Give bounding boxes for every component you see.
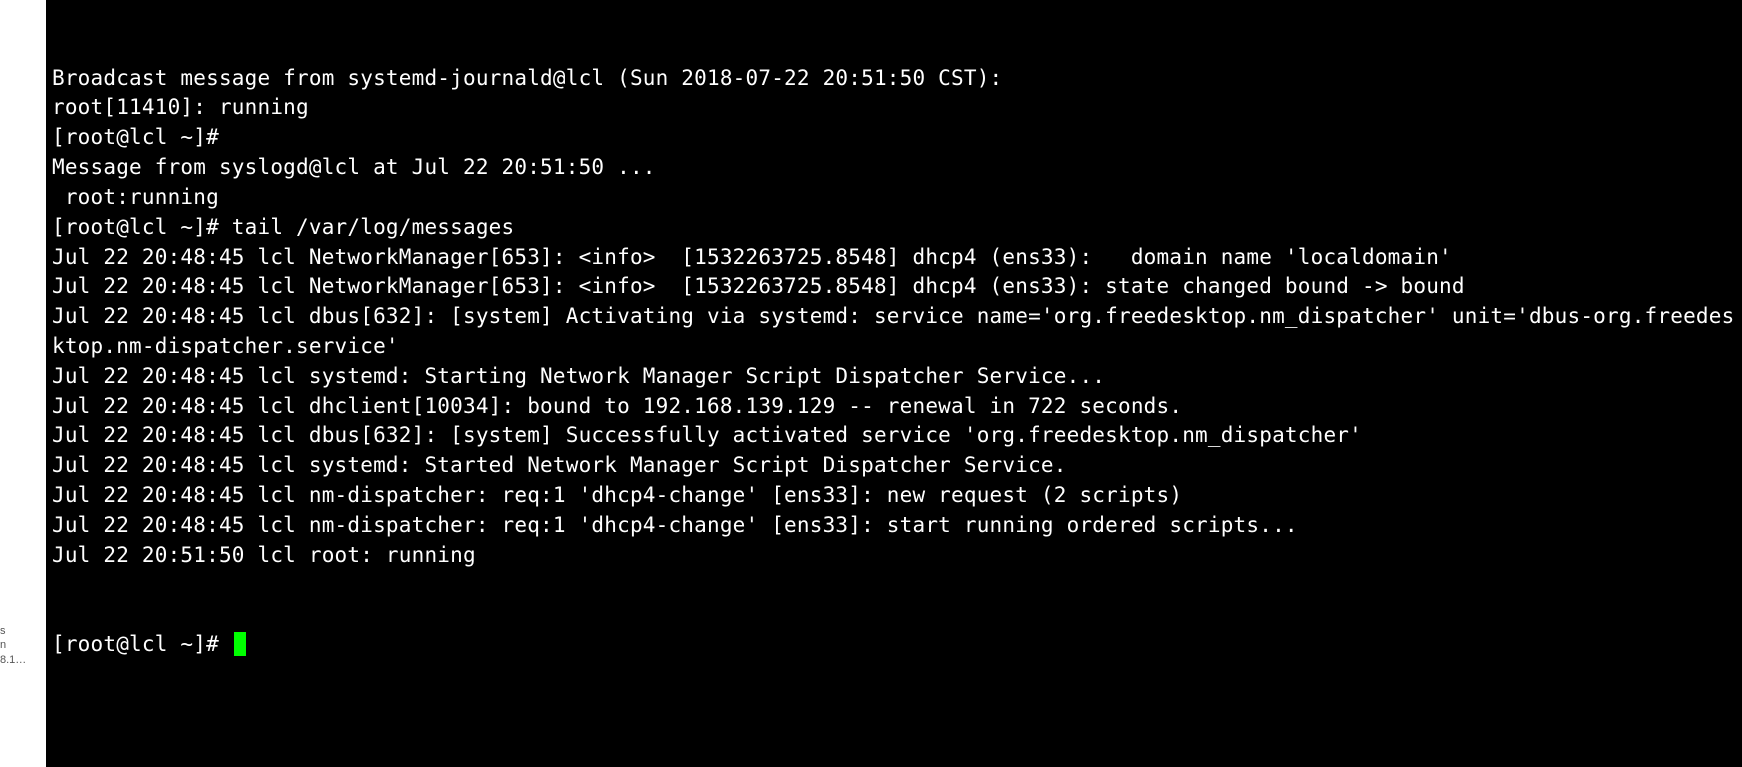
terminal-line: Jul 22 20:48:45 lcl dhclient[10034]: bou… [52, 392, 1736, 422]
terminal-line: Jul 22 20:48:45 lcl dbus[632]: [system] … [52, 302, 1736, 362]
terminal-line: Jul 22 20:48:45 lcl dbus[632]: [system] … [52, 421, 1736, 451]
terminal-line: Jul 22 20:48:45 lcl NetworkManager[653]:… [52, 243, 1736, 273]
terminal-line: Jul 22 20:48:45 lcl NetworkManager[653]:… [52, 272, 1736, 302]
terminal-line: [root@lcl ~]# [52, 123, 1736, 153]
terminal-line: Message from syslogd@lcl at Jul 22 20:51… [52, 153, 1736, 183]
terminal-line: Jul 22 20:48:45 lcl systemd: Started Net… [52, 451, 1736, 481]
terminal-line: Jul 22 20:48:45 lcl nm-dispatcher: req:1… [52, 481, 1736, 511]
terminal-line: Jul 22 20:51:50 lcl root: running [52, 541, 1736, 571]
sidebar-fragment-text: s n 8.1… [0, 624, 44, 667]
terminal-line: root:running [52, 183, 1736, 213]
host-sidebar: s n 8.1… [0, 0, 46, 767]
terminal-prompt-line: [root@lcl ~]# [52, 630, 1736, 660]
terminal-window[interactable]: Broadcast message from systemd-journald@… [46, 0, 1742, 767]
terminal-line: Jul 22 20:48:45 lcl nm-dispatcher: req:1… [52, 511, 1736, 541]
terminal-line: Broadcast message from systemd-journald@… [52, 64, 1736, 94]
terminal-line: [root@lcl ~]# tail /var/log/messages [52, 213, 1736, 243]
terminal-line: Jul 22 20:48:45 lcl systemd: Starting Ne… [52, 362, 1736, 392]
terminal-cursor [234, 632, 246, 656]
terminal-line: root[11410]: running [52, 93, 1736, 123]
terminal-prompt: [root@lcl ~]# [52, 632, 232, 656]
terminal-output: Broadcast message from systemd-journald@… [52, 64, 1736, 571]
